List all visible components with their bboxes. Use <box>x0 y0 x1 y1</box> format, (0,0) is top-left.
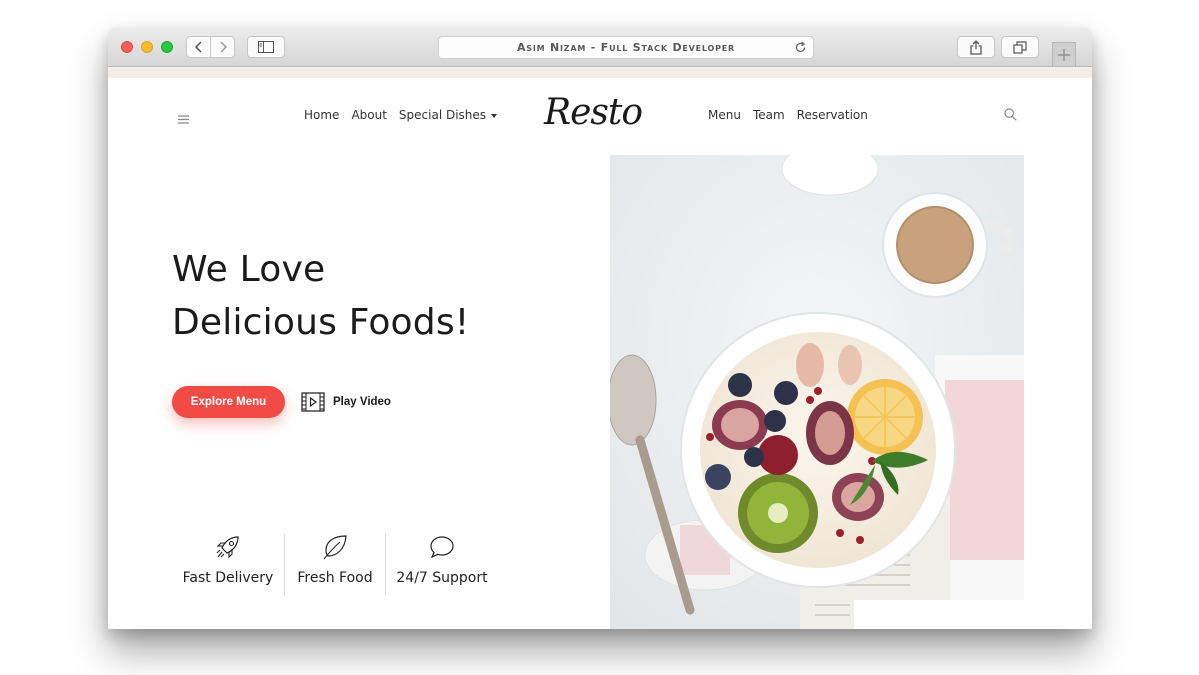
nav-special-dishes-label: Special Dishes <box>398 108 487 122</box>
play-video-link[interactable]: Play Video <box>301 392 391 412</box>
minimize-window-button[interactable] <box>141 41 153 53</box>
sidebar-toggle-button[interactable] <box>247 36 285 58</box>
top-strip <box>108 67 1092 78</box>
address-bar[interactable]: Asim Nizam - Full Stack Developer <box>438 36 814 59</box>
reload-icon[interactable] <box>794 41 807 59</box>
address-title: Asim Nizam - Full Stack Developer <box>516 41 736 54</box>
website-content: Home About Special Dishes Resto Menu Tea… <box>108 78 1092 629</box>
nav-home[interactable]: Home <box>304 108 339 122</box>
browser-window: Asim Nizam - Full Stack Developer Home A… <box>108 28 1092 629</box>
close-window-button[interactable] <box>121 41 133 53</box>
feature-fast-delivery: Fast Delivery <box>172 532 284 596</box>
menu-icon[interactable] <box>178 111 189 129</box>
nav-special-dishes[interactable]: Special Dishes <box>398 108 498 122</box>
back-button[interactable] <box>186 36 211 58</box>
hero-title-line1: We Love <box>172 249 326 290</box>
tabs-icon <box>1013 40 1027 54</box>
nav-about[interactable]: About <box>351 108 386 122</box>
feature-label: 24/7 Support <box>396 570 488 586</box>
show-tabs-button[interactable] <box>1001 36 1039 58</box>
hero-title: We Love Delicious Foods! <box>172 243 532 349</box>
chevron-left-icon <box>194 41 202 53</box>
search-icon[interactable] <box>1004 108 1017 126</box>
browser-titlebar: Asim Nizam - Full Stack Developer <box>108 28 1092 67</box>
sidebar-icon <box>258 41 274 53</box>
features-row: Fast Delivery Fresh Food 24/7 Support <box>172 532 498 596</box>
film-play-icon <box>301 392 325 412</box>
rocket-icon <box>216 536 239 559</box>
chat-bubble-icon <box>430 536 454 559</box>
nav-reservation[interactable]: Reservation <box>797 108 868 122</box>
plus-icon <box>1058 48 1070 61</box>
leaf-icon <box>323 535 347 560</box>
forward-button[interactable] <box>210 36 235 58</box>
share-button[interactable] <box>957 36 995 58</box>
nav-right: Menu Team Reservation <box>708 108 880 122</box>
chevron-right-icon <box>219 41 227 53</box>
nav-left: Home About Special Dishes <box>304 108 509 122</box>
maximize-window-button[interactable] <box>161 41 173 53</box>
explore-menu-button[interactable]: Explore Menu <box>172 386 285 418</box>
nav-team[interactable]: Team <box>753 108 785 122</box>
feature-label: Fast Delivery <box>182 570 274 586</box>
feature-fresh-food: Fresh Food <box>285 532 385 596</box>
feature-support: 24/7 Support <box>386 532 498 596</box>
caret-down-icon <box>491 113 498 118</box>
site-logo[interactable]: Resto <box>544 92 643 138</box>
feature-label: Fresh Food <box>297 570 373 586</box>
nav-menu[interactable]: Menu <box>708 108 741 122</box>
new-tab-button[interactable] <box>1052 42 1076 66</box>
play-video-label: Play Video <box>333 396 391 408</box>
image-corner-mask <box>854 600 1024 629</box>
share-icon <box>970 39 982 55</box>
hero-food-image <box>610 155 1024 629</box>
hero-title-line2: Delicious Foods! <box>172 302 470 343</box>
